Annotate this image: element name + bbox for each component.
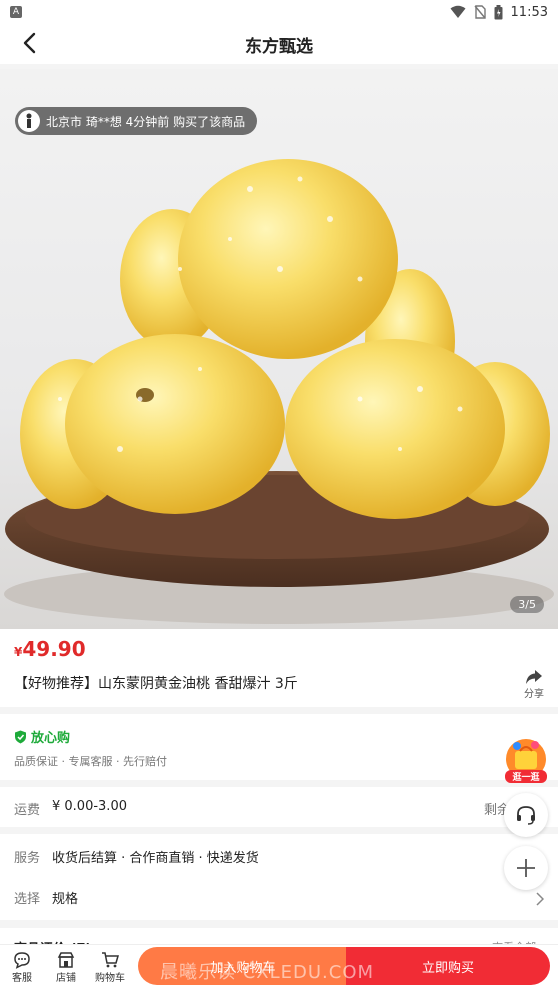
service-select-section: 服务 收货后结算 · 合作商直销 · 快递发货 选择 规格: [0, 834, 558, 920]
spec-select-row[interactable]: 选择 规格: [0, 876, 558, 920]
battery-icon: [494, 4, 503, 19]
price-section: ¥49.90 【好物推荐】山东蒙阴黄金油桃 香甜爆汁 3斤 分享: [0, 629, 558, 707]
product-title: 【好物推荐】山东蒙阴黄金油桃 香甜爆汁 3斤: [14, 676, 298, 692]
assurance-title-text: 放心购: [31, 731, 71, 746]
select-label: 选择: [14, 892, 41, 907]
assurance-subtitle: 品质保证 · 专属客服 · 先行赔付: [14, 755, 167, 768]
shipping-value: ¥ 0.00-3.00: [52, 799, 127, 814]
assurance-title: 放心购: [14, 727, 70, 746]
wifi-icon: [450, 5, 466, 18]
select-value: 规格: [52, 892, 79, 907]
no-sim-icon: [473, 5, 486, 19]
share-label: 分享: [524, 689, 544, 700]
cart-button[interactable]: 购物车: [90, 951, 130, 984]
store-icon: [57, 952, 75, 968]
shopping-cart-icon: [102, 952, 119, 968]
plus-icon: [517, 859, 535, 877]
product-gallery[interactable]: 北京市 琦**想 4分钟前 购买了该商品 3/5: [0, 69, 558, 629]
shipping-row: 运费 ¥ 0.00-3.00 剩余: [0, 787, 558, 827]
cart-label: 购物车: [95, 973, 125, 984]
assurance-section[interactable]: 放心购 品质保证 · 专属客服 · 先行赔付: [0, 714, 558, 780]
back-button[interactable]: [14, 28, 44, 58]
share-icon: [526, 670, 542, 684]
bottom-action-bar: 客服 店铺 购物车 加入购物车 立即购买: [0, 944, 558, 993]
recent-buyer-toast: 北京市 琦**想 4分钟前 购买了该商品: [15, 107, 258, 135]
product-image-peaches: [4, 159, 554, 624]
clock: 11:53: [510, 4, 548, 20]
chat-bubble-icon: [14, 952, 30, 969]
shipping-label: 运费: [14, 803, 41, 818]
browse-more-float-button[interactable]: 逛一逛: [503, 738, 549, 784]
avatar: [18, 110, 40, 132]
price-value: 49.90: [22, 637, 86, 661]
chevron-left-icon: [23, 32, 36, 54]
nav-bar: 东方甄选: [0, 24, 558, 64]
share-button[interactable]: 分享: [524, 669, 544, 700]
person-silhouette-icon: [26, 113, 32, 128]
page-title: 东方甄选: [245, 36, 313, 57]
price: ¥49.90: [14, 637, 86, 661]
browse-more-label: 逛一逛: [512, 773, 540, 783]
chevron-right-icon: [536, 892, 544, 906]
status-bar: A 11:53: [0, 0, 558, 24]
store-label: 店铺: [56, 973, 76, 984]
headset-icon: [517, 806, 535, 825]
customer-service-label: 客服: [12, 973, 32, 984]
buyer-toast-text: 北京市 琦**想 4分钟前 购买了该商品: [46, 114, 246, 129]
customer-service-button[interactable]: 客服: [2, 951, 42, 984]
service-value: 收货后结算 · 合作商直销 · 快递发货: [52, 851, 259, 866]
store-button[interactable]: 店铺: [46, 951, 86, 984]
more-actions-float-button[interactable]: [504, 846, 548, 890]
customer-service-float-button[interactable]: [504, 793, 548, 837]
image-counter: 3/5: [510, 596, 544, 613]
app-notification-icon: A: [10, 6, 22, 18]
buy-now-button[interactable]: 立即购买: [346, 947, 550, 985]
service-label: 服务: [14, 851, 41, 866]
add-to-cart-button[interactable]: 加入购物车: [138, 947, 348, 985]
shield-check-icon: [15, 730, 26, 743]
